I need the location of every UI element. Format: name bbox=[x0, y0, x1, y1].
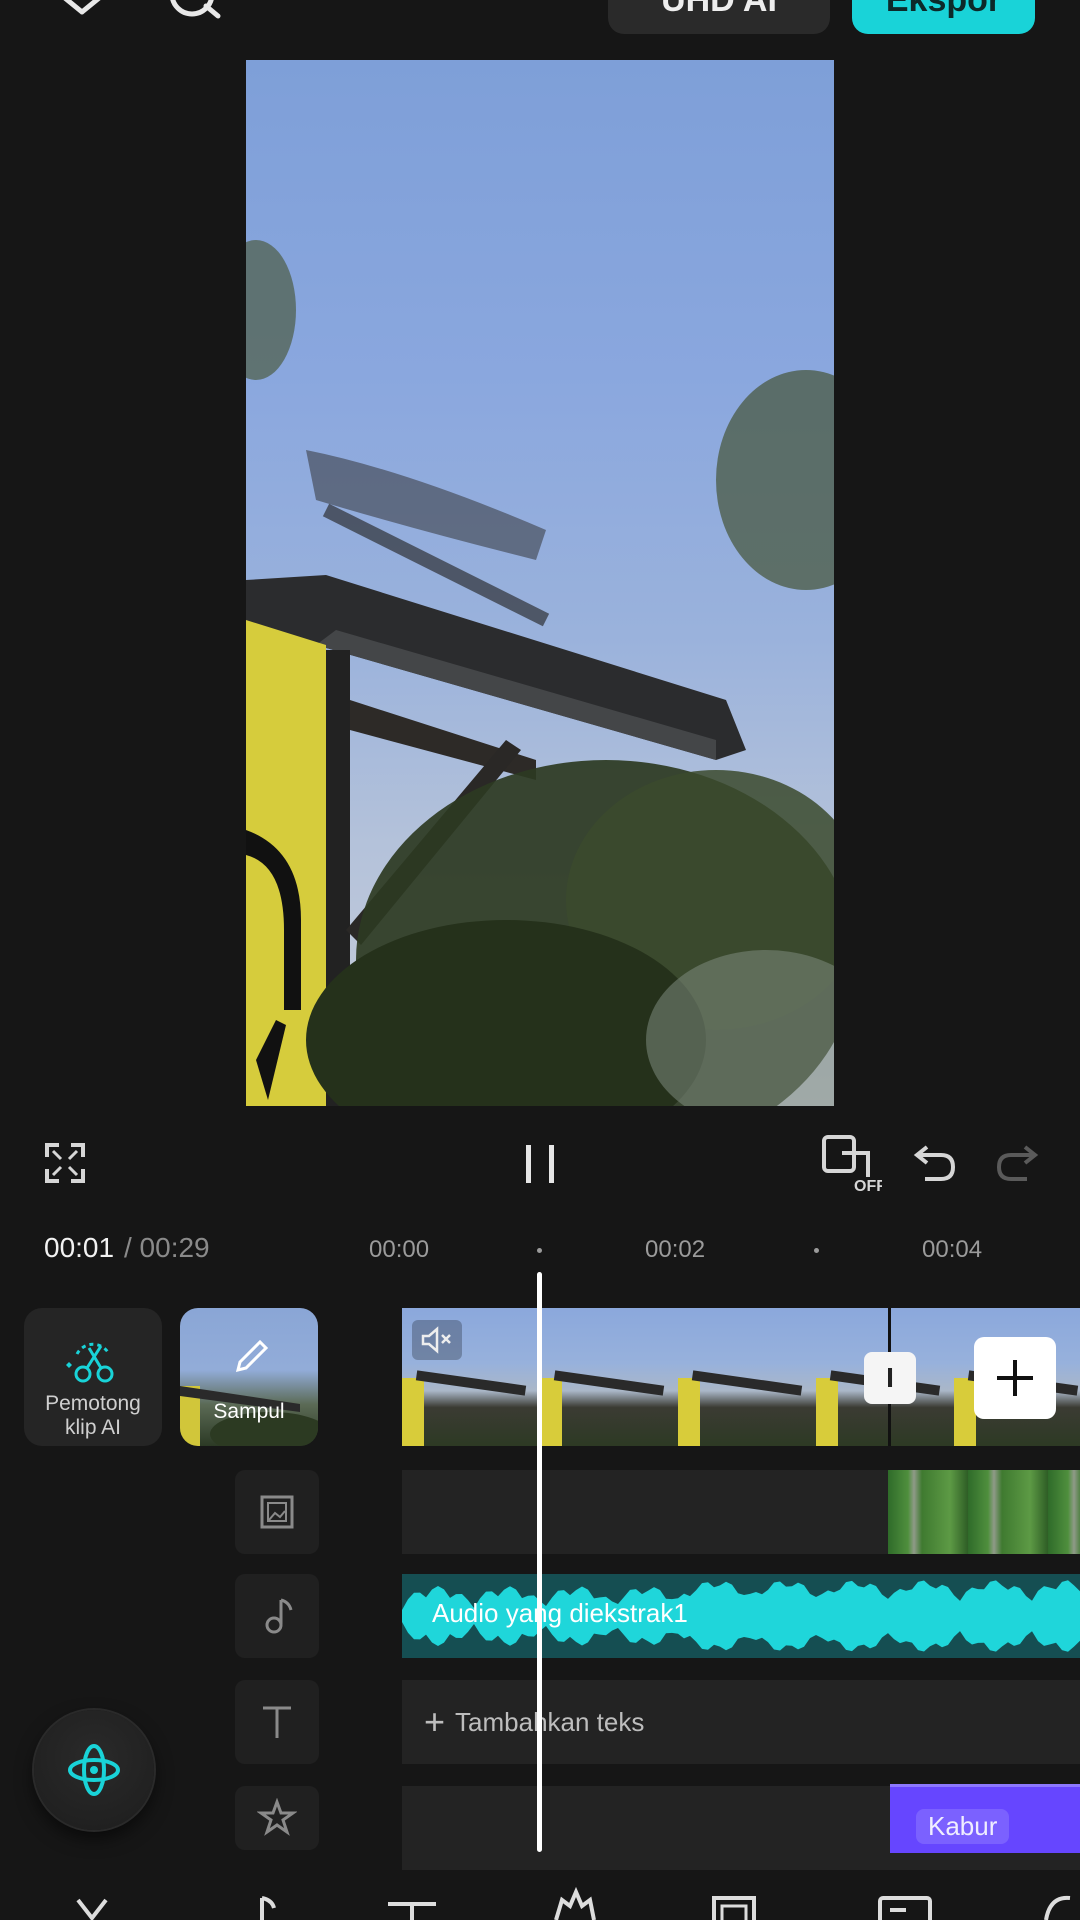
audio-track-button[interactable] bbox=[235, 1574, 319, 1658]
mirror-off-badge: OFF bbox=[854, 1178, 882, 1193]
captions-icon[interactable] bbox=[876, 1870, 936, 1920]
tick-label: 00:00 bbox=[369, 1236, 430, 1263]
top-bar: UHD AI Ekspor bbox=[0, 0, 1080, 56]
tick-label: 00:02 bbox=[645, 1236, 706, 1263]
mirror-off-icon[interactable]: OFF bbox=[818, 1130, 882, 1196]
transition-marker-label: I bbox=[886, 1362, 894, 1393]
audio-clip-label: Audio yang diekstrak1 bbox=[432, 1598, 688, 1628]
transition-marker[interactable]: I bbox=[864, 1352, 916, 1404]
effect-star-icon bbox=[257, 1798, 297, 1836]
tick-dot bbox=[537, 1248, 542, 1253]
effect-track-button[interactable] bbox=[235, 1786, 319, 1850]
ai-assistant-button[interactable] bbox=[34, 1710, 154, 1830]
video-frame bbox=[540, 1308, 680, 1446]
video-frame bbox=[678, 1308, 818, 1446]
plus-icon bbox=[997, 1360, 1033, 1396]
sticker-icon[interactable] bbox=[544, 1870, 604, 1920]
time-ruler: 00:01 / 00:29 00:00 00:02 00:04 bbox=[0, 1232, 1080, 1268]
plus-icon: + bbox=[424, 1701, 446, 1742]
text-icon bbox=[263, 1706, 291, 1738]
add-text-button[interactable]: + Tambahkan teks bbox=[402, 1680, 1080, 1764]
scissors-icon bbox=[66, 1342, 114, 1383]
pause-icon[interactable] bbox=[515, 1130, 565, 1196]
pencil-icon bbox=[235, 1339, 269, 1373]
playback-controls: OFF bbox=[0, 1130, 1080, 1196]
text-track-button[interactable] bbox=[235, 1680, 319, 1764]
search-icon[interactable] bbox=[164, 0, 224, 34]
cut-icon[interactable] bbox=[62, 1870, 122, 1920]
export-button[interactable]: Ekspor bbox=[852, 0, 1035, 34]
overlay-track-button[interactable] bbox=[235, 1470, 319, 1554]
fullscreen-icon[interactable] bbox=[40, 1130, 90, 1196]
uhd-ai-button[interactable]: UHD AI bbox=[608, 0, 830, 34]
undo-icon[interactable] bbox=[910, 1130, 960, 1196]
cover-thumbnail bbox=[180, 1339, 318, 1446]
overlay-icon[interactable] bbox=[704, 1870, 764, 1920]
playhead[interactable] bbox=[537, 1272, 542, 1852]
add-text-label: Tambahkan teks bbox=[455, 1706, 645, 1737]
preview-image bbox=[246, 240, 834, 1106]
effect-clip[interactable]: Kabur bbox=[890, 1784, 1080, 1853]
total-duration: / 00:29 bbox=[124, 1232, 210, 1263]
audio-clip[interactable]: Audio yang diekstrak1 bbox=[402, 1574, 1080, 1658]
cover-label: Sampul bbox=[213, 1400, 285, 1423]
bottom-toolbar bbox=[0, 1870, 1080, 1920]
effect-clip-label: Kabur bbox=[916, 1809, 1010, 1844]
mute-icon[interactable] bbox=[412, 1320, 462, 1360]
tick-label: 00:04 bbox=[922, 1236, 983, 1263]
close-icon[interactable] bbox=[52, 0, 112, 34]
effects-icon[interactable] bbox=[1040, 1870, 1080, 1920]
redo-icon[interactable] bbox=[992, 1130, 1042, 1196]
ai-clip-cutter-label: Pemotong klip AI bbox=[45, 1392, 141, 1439]
picture-in-picture-icon bbox=[260, 1495, 294, 1529]
orbit-icon bbox=[68, 1744, 120, 1796]
video-preview[interactable] bbox=[246, 60, 834, 1106]
overlay-clip[interactable] bbox=[888, 1470, 1080, 1554]
audio-icon[interactable] bbox=[226, 1870, 286, 1920]
add-clip-button[interactable] bbox=[974, 1337, 1056, 1419]
ai-clip-cutter-button[interactable]: Pemotong klip AI bbox=[24, 1308, 162, 1446]
music-note-icon bbox=[265, 1598, 293, 1634]
tick-dot bbox=[814, 1248, 819, 1253]
text-icon[interactable] bbox=[382, 1870, 442, 1920]
cover-button[interactable]: Sampul bbox=[180, 1308, 318, 1446]
current-time: 00:01 bbox=[44, 1232, 115, 1263]
